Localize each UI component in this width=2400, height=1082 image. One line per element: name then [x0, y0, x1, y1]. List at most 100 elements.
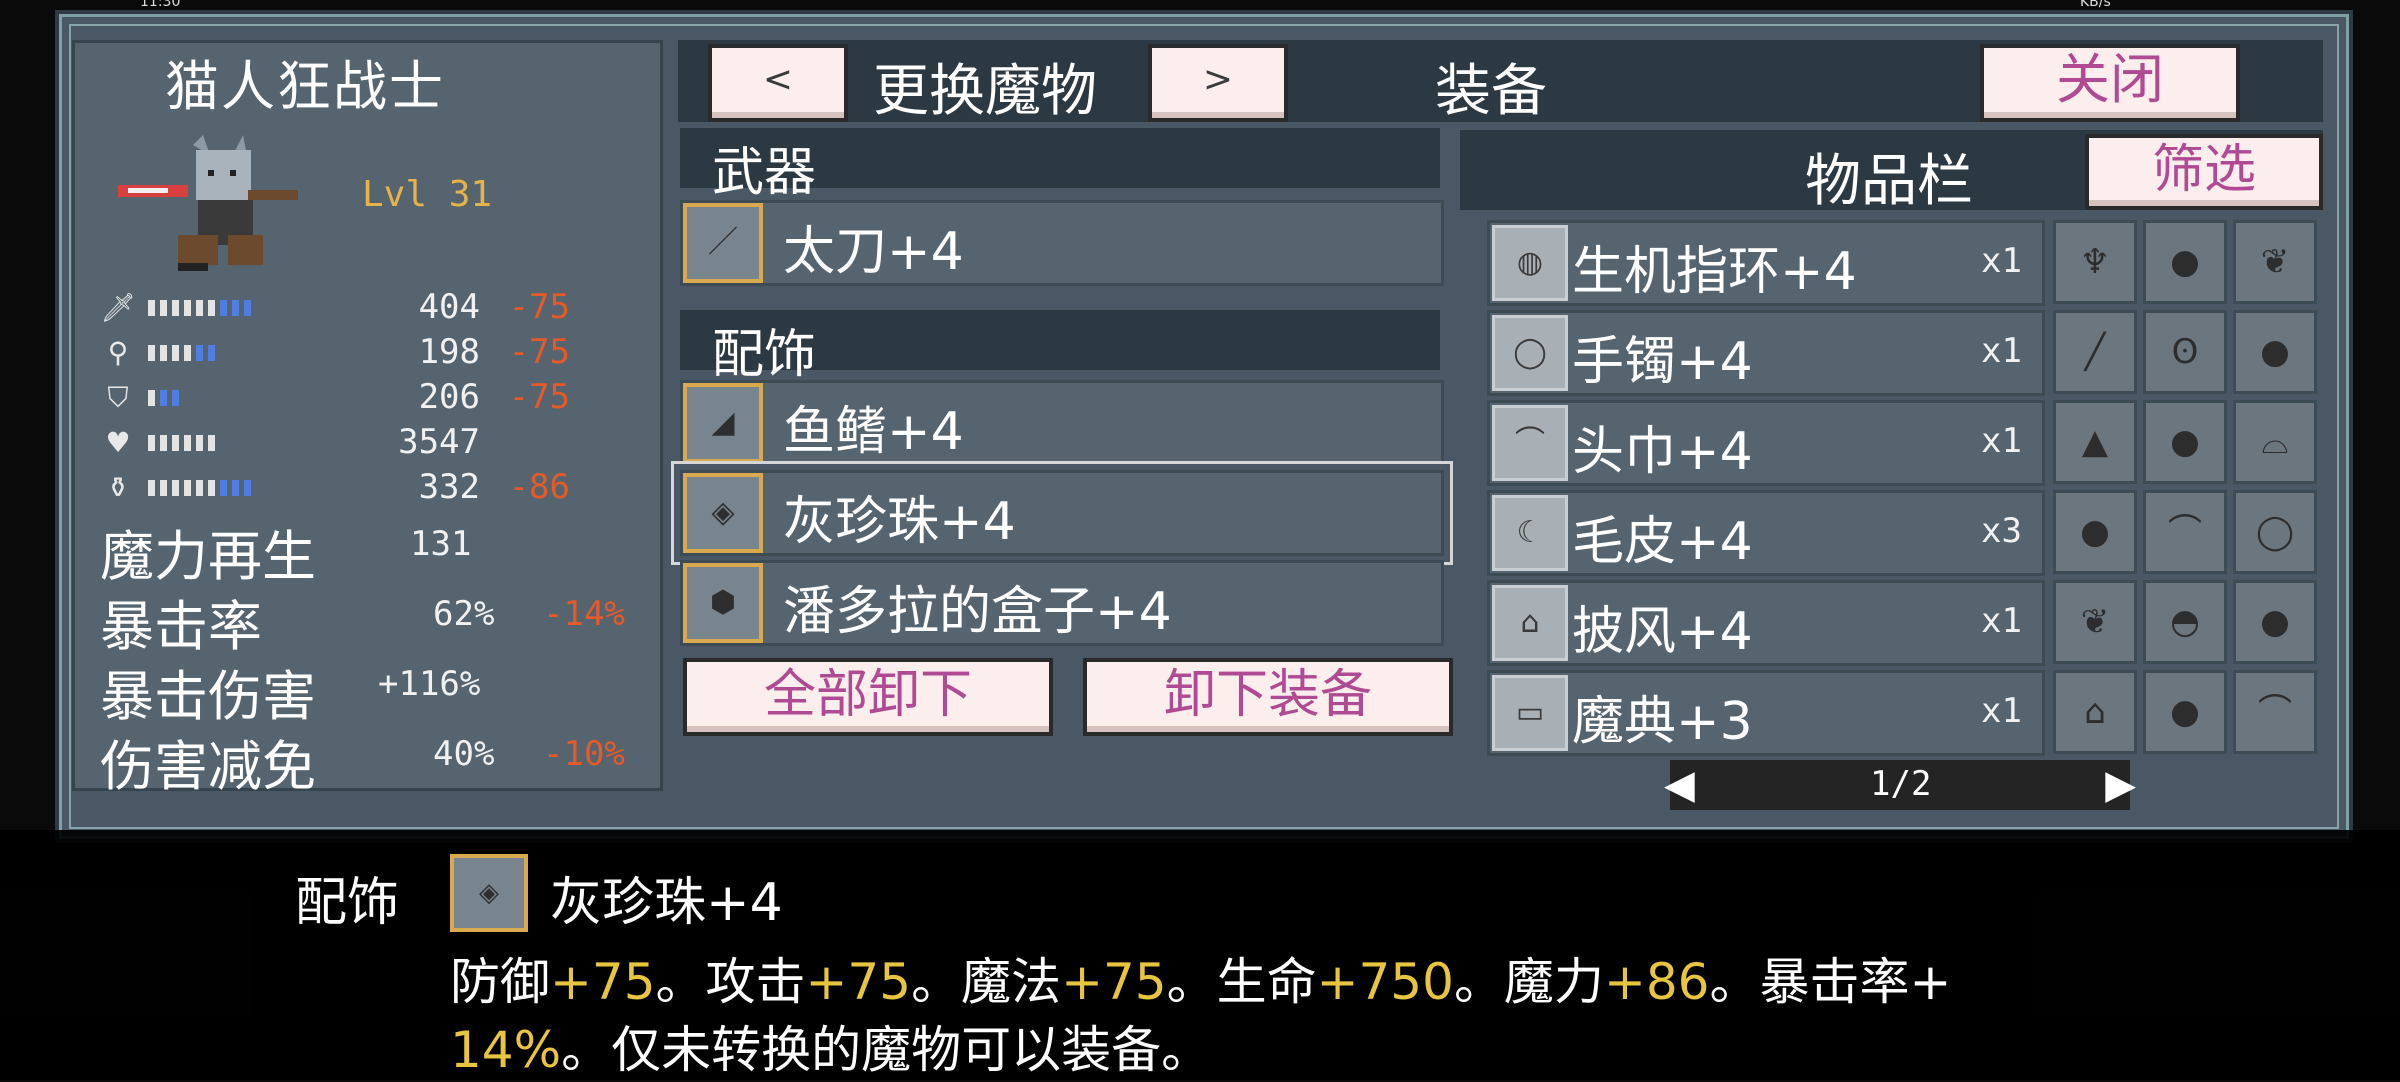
attr-name: 暴击伤害 — [100, 665, 316, 728]
weapon-slot[interactable]: ／ 太刀+4 — [680, 200, 1444, 286]
headband-icon[interactable]: ⌒ — [2143, 490, 2227, 574]
quill-icon[interactable]: ╱ — [2053, 310, 2137, 394]
pouch-icon[interactable]: ● — [2053, 490, 2137, 574]
prev-monster-button[interactable]: < — [708, 44, 848, 122]
weapon-header: 武器 — [680, 128, 1440, 203]
pouch-icon[interactable]: ● — [2143, 670, 2227, 754]
accessory-slot-1[interactable]: ◢ 鱼鳍+4 — [680, 380, 1444, 466]
desc-text: 。仅未转换的魔物可以装备。 — [561, 1021, 1212, 1079]
accessory-header-label: 配饰 — [712, 325, 817, 385]
next-monster-button[interactable]: > — [1148, 44, 1288, 122]
hat-icon[interactable]: ▲ — [2053, 400, 2137, 484]
inventory-item[interactable]: ▭ 魔典+3 x1 — [1487, 670, 2045, 756]
feather-icon[interactable]: ❦ — [2233, 220, 2317, 304]
stat-bars — [148, 345, 215, 361]
equipment-title: 装备 — [1435, 59, 1547, 124]
inventory-item-qty: x1 — [1981, 241, 2022, 281]
pouch-icon[interactable]: ● — [2143, 400, 2227, 484]
attr-crit-rate: 暴击率 62% -14% — [100, 582, 660, 658]
stat-modifier: -75 — [508, 287, 570, 327]
crab-icon[interactable]: ♆ — [2053, 220, 2137, 304]
inventory-item-name: 头巾+4 — [1572, 422, 1753, 482]
prev-page-arrow-icon[interactable]: ◀ — [1664, 764, 1695, 806]
wand-icon: ⚲ — [107, 336, 129, 369]
amulet-icon[interactable]: ʘ — [2143, 310, 2227, 394]
attr-value: 62% — [433, 594, 495, 634]
stat-modifier: -86 — [508, 467, 570, 507]
attr-crit-damage: 暴击伤害 +116% — [100, 652, 660, 728]
inventory-item[interactable]: ◯ 手镯+4 x1 — [1487, 310, 2045, 396]
inventory-item[interactable]: ⌒ 头巾+4 x1 — [1487, 400, 2045, 486]
clock: 11:30 — [140, 0, 181, 10]
pouch-icon[interactable]: ● — [2143, 220, 2227, 304]
bracelet-icon: ◯ — [1492, 315, 1568, 391]
inventory-item-name: 生机指环+4 — [1572, 242, 1857, 302]
ring-icon: ◍ — [1492, 225, 1568, 301]
accessory-slot-3[interactable]: ⬢ 潘多拉的盒子+4 — [680, 560, 1444, 646]
desc-value: +75 — [1061, 953, 1167, 1011]
mana-flask-icon: ⚱ — [106, 471, 130, 504]
unequip-button[interactable]: 卸下装备 — [1083, 658, 1453, 736]
change-monster-label: 更换魔物 — [873, 59, 1097, 124]
desc-text: 。暴击率+ — [1709, 953, 1952, 1011]
inventory-item[interactable]: ☾ 毛皮+4 x3 — [1487, 490, 2045, 576]
stat-bars — [148, 435, 215, 451]
box-icon: ⬢ — [683, 563, 763, 643]
description-item-name: 灰珍珠+4 — [550, 873, 783, 933]
inventory-item[interactable]: ⌂ 披风+4 x1 — [1487, 580, 2045, 666]
pouch-icon[interactable]: ● — [2233, 310, 2317, 394]
shell-icon[interactable]: ◓ — [2143, 580, 2227, 664]
attr-value: 40% — [433, 734, 495, 774]
cape-icon: ⌂ — [1492, 585, 1568, 661]
pearl-icon: ◈ — [683, 473, 763, 553]
stat-attack: 🗡 404 -75 — [100, 287, 660, 327]
stat-bars — [148, 480, 251, 496]
description-category: 配饰 — [295, 873, 400, 933]
desc-value: +75 — [805, 953, 912, 1011]
desc-text: 。生命 — [1166, 953, 1317, 1011]
inventory-item[interactable]: ◍ 生机指环+4 x1 — [1487, 220, 2045, 306]
desc-value: +750 — [1316, 953, 1454, 1011]
inventory-pager: ◀ 1/2 ▶ — [1664, 760, 2136, 810]
inventory-item-name: 手镯+4 — [1572, 332, 1753, 392]
description-effects-continued: 14%。仅未转换的魔物可以装备。 — [450, 1010, 1211, 1082]
accessory-slot-2[interactable]: ◈ 灰珍珠+4 — [680, 470, 1444, 556]
stat-value: 332 — [418, 467, 480, 507]
cape-icon[interactable]: ⌂ — [2053, 670, 2137, 754]
inventory-item-qty: x3 — [1981, 511, 2022, 551]
filter-button[interactable]: 筛选 — [2085, 134, 2323, 210]
headband-icon: ⌒ — [1492, 405, 1568, 481]
slot-item-name: 太刀+4 — [783, 222, 964, 282]
desc-text: 。魔法 — [911, 953, 1062, 1011]
stat-value: 206 — [418, 377, 480, 417]
headband-icon[interactable]: ⌒ — [2233, 670, 2317, 754]
feather-icon[interactable]: ❦ — [2053, 580, 2137, 664]
attr-name: 伤害减免 — [100, 735, 316, 798]
attr-modifier: -14% — [543, 594, 625, 634]
shield-icon: ⛉ — [107, 381, 129, 414]
fur-icon: ☾ — [1492, 495, 1568, 571]
stat-value: 3547 — [398, 422, 480, 462]
inventory-item-qty: x1 — [1981, 331, 2022, 371]
desc-text: 。魔力 — [1453, 953, 1604, 1011]
inventory-item-qty: x1 — [1981, 421, 2022, 461]
desc-value: +86 — [1603, 953, 1710, 1011]
fin-icon[interactable]: ⌓ — [2233, 400, 2317, 484]
pearl-icon: ◈ — [450, 854, 528, 932]
inventory-item-name: 毛皮+4 — [1572, 512, 1753, 572]
pouch-icon[interactable]: ● — [2233, 580, 2317, 664]
sword-icon: 🗡 — [100, 291, 136, 324]
bracelet-icon[interactable]: ◯ — [2233, 490, 2317, 574]
unequip-all-button[interactable]: 全部卸下 — [683, 658, 1053, 736]
stat-bars — [148, 300, 251, 316]
inventory-item-name: 披风+4 — [1572, 602, 1753, 662]
heart-icon: ♥ — [105, 426, 131, 459]
katana-icon: ／ — [683, 203, 763, 283]
item-description-panel: 配饰 ◈ 灰珍珠+4 防御+75。攻击+75。魔法+75。生命+750。魔力+8… — [0, 830, 2400, 1080]
description-effects: 防御+75。攻击+75。魔法+75。生命+750。魔力+86。暴击率+ — [450, 942, 1951, 1014]
tome-icon: ▭ — [1492, 675, 1568, 751]
close-button[interactable]: 关闭 — [1980, 44, 2240, 122]
next-page-arrow-icon[interactable]: ▶ — [2105, 764, 2136, 806]
stat-defense: ⛉ 206 -75 — [100, 377, 660, 417]
fin-icon: ◢ — [683, 383, 763, 463]
